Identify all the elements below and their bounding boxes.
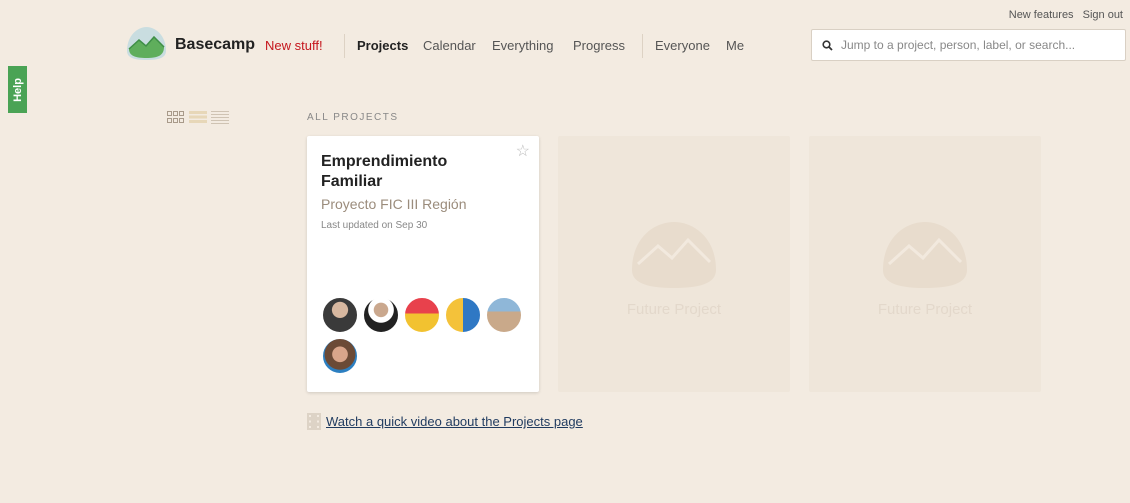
- nav-everyone[interactable]: Everyone: [655, 38, 710, 53]
- project-description: Proyecto FIC III Región: [321, 196, 467, 212]
- basecamp-placeholder-icon: [883, 222, 967, 288]
- future-project-label: Future Project: [877, 301, 973, 318]
- nav-everything[interactable]: Everything: [492, 38, 553, 53]
- last-updated: Last updated on Sep 30: [321, 220, 428, 231]
- top-links: New features Sign out: [1003, 9, 1123, 21]
- avatar[interactable]: [321, 296, 359, 334]
- avatar[interactable]: [362, 296, 400, 334]
- new-features-link[interactable]: New features: [1009, 9, 1074, 21]
- view-toggles: [167, 110, 229, 124]
- brand-name[interactable]: Basecamp: [175, 36, 255, 54]
- watch-video-link[interactable]: Watch a quick video about the Projects p…: [326, 414, 583, 429]
- nav-me[interactable]: Me: [726, 38, 744, 53]
- future-project-card: Future Project: [558, 136, 790, 392]
- new-stuff-link[interactable]: New stuff!: [265, 38, 323, 53]
- help-tab[interactable]: Help: [8, 66, 27, 113]
- card-list-view-icon[interactable]: [189, 110, 207, 124]
- grid-view-icon[interactable]: [167, 110, 185, 124]
- section-title: ALL PROJECTS: [307, 112, 399, 123]
- basecamp-logo-icon[interactable]: [124, 25, 169, 61]
- video-link-row: Watch a quick video about the Projects p…: [307, 413, 583, 430]
- avatar[interactable]: [485, 296, 523, 334]
- search-icon: [822, 39, 833, 51]
- help-label: Help: [11, 77, 24, 102]
- nav-progress[interactable]: Progress: [573, 38, 625, 53]
- film-icon: [307, 413, 321, 430]
- avatar[interactable]: [444, 296, 482, 334]
- nav-divider: [642, 34, 643, 58]
- basecamp-placeholder-icon: [632, 222, 716, 288]
- list-view-icon[interactable]: [211, 110, 229, 124]
- nav-divider: [344, 34, 345, 58]
- nav-calendar[interactable]: Calendar: [423, 38, 476, 53]
- sign-out-link[interactable]: Sign out: [1083, 9, 1123, 21]
- nav-projects[interactable]: Projects: [357, 38, 408, 53]
- future-project-label: Future Project: [626, 301, 722, 318]
- project-title[interactable]: Emprendimiento Familiar: [321, 152, 501, 192]
- project-card[interactable]: ☆ Emprendimiento Familiar Proyecto FIC I…: [307, 136, 539, 392]
- future-project-card: Future Project: [809, 136, 1041, 392]
- avatar[interactable]: [403, 296, 441, 334]
- avatar[interactable]: [321, 337, 359, 375]
- star-icon[interactable]: ☆: [516, 141, 530, 161]
- search-input[interactable]: [839, 37, 1123, 53]
- search-box[interactable]: [811, 29, 1126, 61]
